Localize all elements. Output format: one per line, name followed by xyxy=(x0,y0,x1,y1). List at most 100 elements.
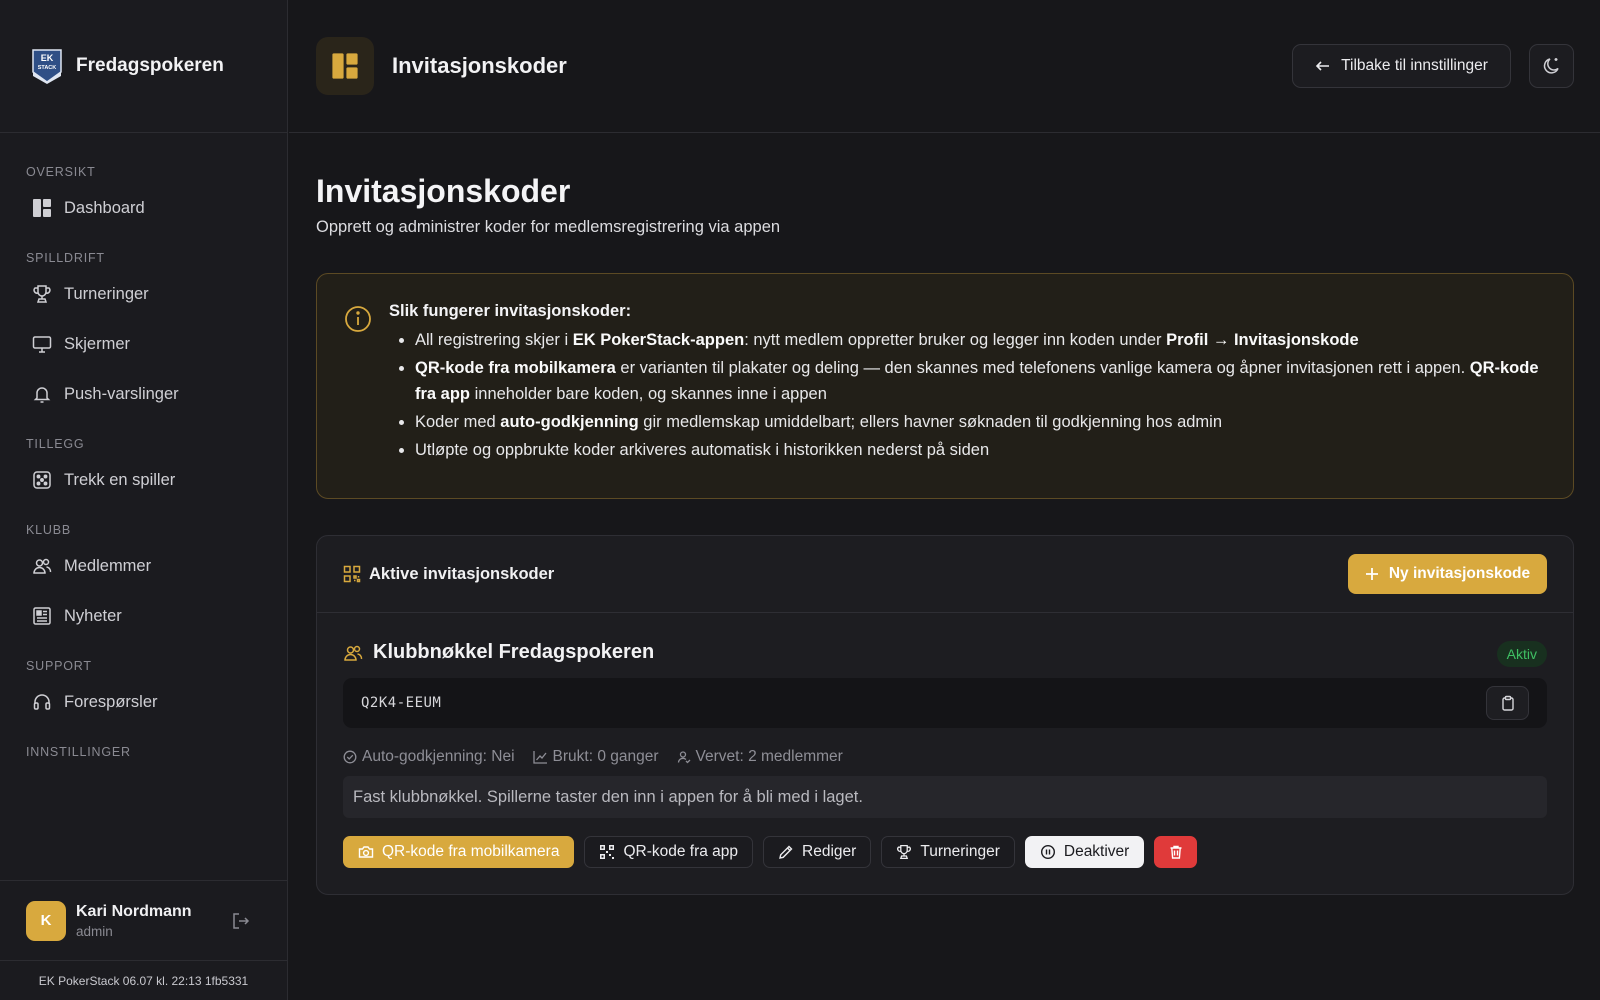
delete-button[interactable] xyxy=(1154,836,1198,868)
info-text: er varianten til plakater og deling — de… xyxy=(615,359,1470,377)
nav-heading: INNSTILLINGER xyxy=(26,745,131,759)
status-badge: Aktiv xyxy=(1496,641,1547,667)
deactivate-button[interactable]: Deaktiver xyxy=(1024,836,1145,868)
sidebar-item-label: Forespørsler xyxy=(64,692,158,711)
active-codes-card: Aktive invitasjonskoder Ny invitasjonsko… xyxy=(316,535,1574,895)
nav-section-support: SUPPORT Forespørsler xyxy=(0,655,287,727)
sidebar-item-label: Trekk en spiller xyxy=(64,470,176,489)
back-to-settings-button[interactable]: Tilbake til innstillinger xyxy=(1292,44,1511,88)
meta-auto-approval: Auto-godkjenning: Nei xyxy=(343,748,515,766)
newspaper-icon xyxy=(33,607,51,625)
meta-recruited-label: Vervet: 2 medlemmer xyxy=(695,748,843,765)
nav-heading: OVERSIKT xyxy=(26,165,96,179)
qr-code-icon xyxy=(343,565,361,583)
sidebar: EK STACK Fredagspokeren OVERSIKT Dashboa… xyxy=(0,0,288,1000)
camera-icon xyxy=(358,846,374,858)
meta-used: Brukt: 0 ganger xyxy=(532,748,659,766)
code-value: Q2K4-EEUM xyxy=(361,695,442,711)
meta-auto-approval-label: Auto-godkjenning: Nei xyxy=(362,748,515,765)
header-title: Invitasjonskoder xyxy=(392,53,567,78)
trophy-icon xyxy=(897,844,912,860)
sidebar-item-skjermer[interactable]: Skjermer xyxy=(0,319,287,369)
sidebar-item-push-varslinger[interactable]: Push-varslinger xyxy=(0,369,287,419)
tournaments-button[interactable]: Turneringer xyxy=(881,836,1015,868)
sidebar-item-label: Skjermer xyxy=(64,334,131,353)
info-text: All registrering skjer i xyxy=(415,331,573,349)
nav-section-spilldrift: SPILLDRIFT Turneringer Skjermer Push-var… xyxy=(0,247,287,419)
headset-icon xyxy=(33,694,51,710)
page-subtitle: Opprett og administrer koder for medlems… xyxy=(316,218,781,236)
info-bold-text: EK PokerStack-appen xyxy=(572,331,745,349)
meta-recruited: Vervet: 2 medlemmer xyxy=(677,748,843,766)
info-icon xyxy=(345,306,371,332)
info-list-item: Koder med auto-godkjenning gir medlemska… xyxy=(415,409,1543,435)
header-dashboard-icon xyxy=(316,37,374,95)
main-content: Invitasjonskoder Opprett og administrer … xyxy=(316,133,1574,895)
new-invite-code-button[interactable]: Ny invitasjonskode xyxy=(1348,554,1547,594)
new-button-label: Ny invitasjonskode xyxy=(1388,565,1531,582)
nav-section-klubb: KLUBB Medlemmer Nyheter xyxy=(0,519,287,641)
logout-icon[interactable] xyxy=(231,911,251,931)
users-icon xyxy=(344,645,363,661)
sidebar-item-label: Medlemmer xyxy=(64,556,152,575)
info-text: Koder med xyxy=(415,413,501,431)
top-header: Invitasjonskoder Tilbake til innstilling… xyxy=(289,0,1600,133)
nav-heading: TILLEGG xyxy=(26,437,85,451)
brand[interactable]: EK STACK Fredagspokeren xyxy=(0,0,287,133)
info-bold-text: QR-kode fra mobilkamera xyxy=(415,359,616,377)
info-text: Utløpte og oppbrukte koder arkiveres aut… xyxy=(415,441,990,459)
code-name: Klubbnøkkel Fredagspokeren xyxy=(373,641,655,663)
pencil-icon xyxy=(779,845,793,859)
trash-icon xyxy=(1170,845,1182,859)
user-role: admin xyxy=(76,923,113,939)
sidebar-item-trekk-en-spiller[interactable]: Trekk en spiller xyxy=(0,455,287,505)
info-text: inneholder bare koden, og skannes inne i… xyxy=(470,385,827,403)
edit-button[interactable]: Rediger xyxy=(763,836,872,868)
sidebar-item-turneringer[interactable]: Turneringer xyxy=(0,269,287,319)
sidebar-nav: OVERSIKT Dashboard SPILLDRIFT Turneringe… xyxy=(0,133,287,880)
pause-circle-icon xyxy=(1040,844,1055,860)
info-list: All registrering skjer i EK PokerStack-a… xyxy=(389,327,1543,463)
deactivate-label: Deaktiver xyxy=(1063,843,1130,860)
nav-section-tillegg: TILLEGG Trekk en spiller xyxy=(0,433,287,505)
copy-code-button[interactable] xyxy=(1486,686,1529,720)
sidebar-item-dashboard[interactable]: Dashboard xyxy=(0,183,287,233)
info-bold-text: Profil → Invitasjonskode xyxy=(1166,331,1359,349)
sidebar-item-medlemmer[interactable]: Medlemmer xyxy=(0,541,287,591)
moon-icon xyxy=(1543,58,1559,74)
club-logo-icon: EK STACK xyxy=(32,49,62,84)
dashboard-icon xyxy=(33,199,51,217)
user-name: Kari Nordmann xyxy=(76,902,192,920)
brand-name: Fredagspokeren xyxy=(76,55,224,76)
logo-text-top: EK xyxy=(41,53,54,63)
nav-section-oversikt: OVERSIKT Dashboard xyxy=(0,161,287,233)
trophy-icon xyxy=(33,285,51,303)
sidebar-item-foresporsler[interactable]: Forespørsler xyxy=(0,677,287,727)
arrow-left-icon xyxy=(1315,61,1330,71)
user-check-icon xyxy=(677,751,690,764)
clipboard-icon xyxy=(1501,695,1514,711)
users-icon xyxy=(33,558,52,574)
qr-code-icon xyxy=(600,845,615,859)
qr-app-label: QR-kode fra app xyxy=(623,843,739,860)
nav-heading: SUPPORT xyxy=(26,659,92,673)
tournaments-label: Turneringer xyxy=(920,843,1000,860)
info-list-item: Utløpte og oppbrukte koder arkiveres aut… xyxy=(415,437,1543,463)
qr-app-button[interactable]: QR-kode fra app xyxy=(584,836,754,868)
avatar: K xyxy=(26,900,66,941)
version-text: EK PokerStack 06.07 kl. 22:13 1fb5331 xyxy=(0,960,287,1000)
plus-icon xyxy=(1365,568,1378,580)
code-actions: QR-kode fra mobilkamera QR-kode fra app … xyxy=(343,836,1547,868)
chart-line-icon xyxy=(532,751,547,764)
info-bold-text: auto-godkjenning xyxy=(500,413,639,431)
dice-icon xyxy=(33,471,51,489)
sidebar-item-label: Nyheter xyxy=(64,606,122,625)
qr-camera-button[interactable]: QR-kode fra mobilkamera xyxy=(343,836,575,868)
code-meta: Auto-godkjenning: Nei Brukt: 0 ganger Ve… xyxy=(343,748,1547,766)
user-profile[interactable]: K Kari Nordmann admin xyxy=(0,880,287,960)
sidebar-item-nyheter[interactable]: Nyheter xyxy=(0,591,287,641)
theme-toggle-button[interactable] xyxy=(1529,44,1574,88)
card-title: Aktive invitasjonskoder xyxy=(369,564,555,583)
qr-camera-label: QR-kode fra mobilkamera xyxy=(382,843,560,860)
nav-heading: KLUBB xyxy=(26,523,71,537)
